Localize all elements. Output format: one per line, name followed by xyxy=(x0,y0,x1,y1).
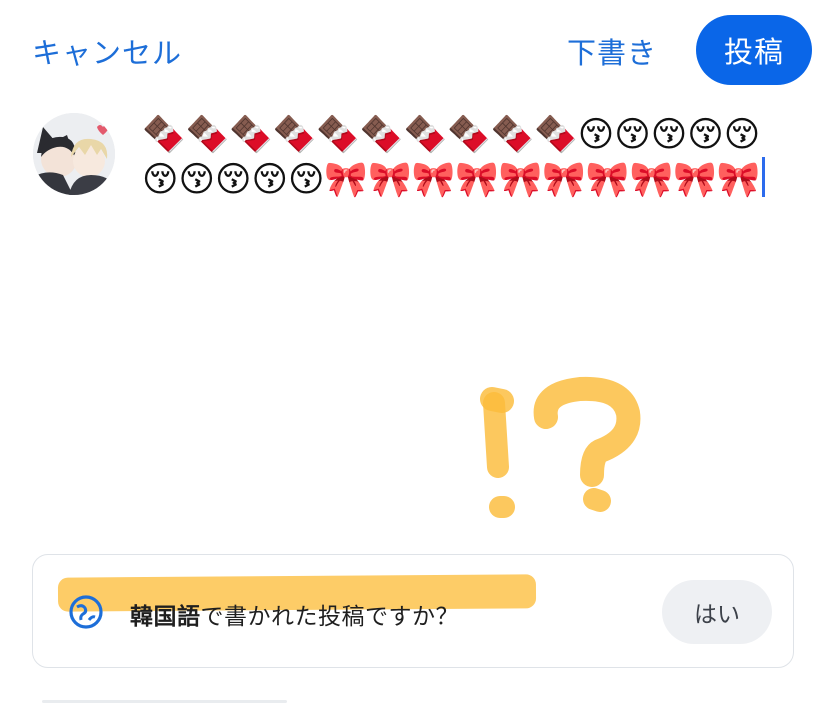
globe-icon xyxy=(69,595,103,629)
exclamation-question-doodle-icon xyxy=(480,376,641,518)
confirm-yes-button[interactable]: はい xyxy=(662,580,772,644)
compose-screen: キャンセル 下書き 投稿 🍫🍫🍫🍫🍫🍫🍫🍫🍫🍫😚😚😚😚😚😚😚😚😚😚🎀🎀🎀🎀🎀🎀🎀… xyxy=(0,0,827,704)
bottom-divider xyxy=(42,700,287,703)
avatar-illustration-icon xyxy=(33,113,115,195)
cancel-button[interactable]: キャンセル xyxy=(32,30,182,72)
post-composer-input[interactable]: 🍫🍫🍫🍫🍫🍫🍫🍫🍫🍫😚😚😚😚😚😚😚😚😚😚🎀🎀🎀🎀🎀🎀🎀🎀🎀🎀 xyxy=(142,113,772,202)
post-button[interactable]: 投稿 xyxy=(696,15,812,85)
question-suffix: で書かれた投稿ですか？ xyxy=(200,604,459,630)
detected-language: 韓国語 xyxy=(130,604,201,630)
text-caret xyxy=(762,157,766,197)
post-text: 🍫🍫🍫🍫🍫🍫🍫🍫🍫🍫😚😚😚😚😚😚😚😚😚😚🎀🎀🎀🎀🎀🎀🎀🎀🎀🎀 xyxy=(142,115,761,200)
drafts-button[interactable]: 下書き xyxy=(567,30,657,72)
translation-question: 韓国語で書かれた投稿ですか？ xyxy=(130,597,459,631)
avatar xyxy=(33,113,115,195)
